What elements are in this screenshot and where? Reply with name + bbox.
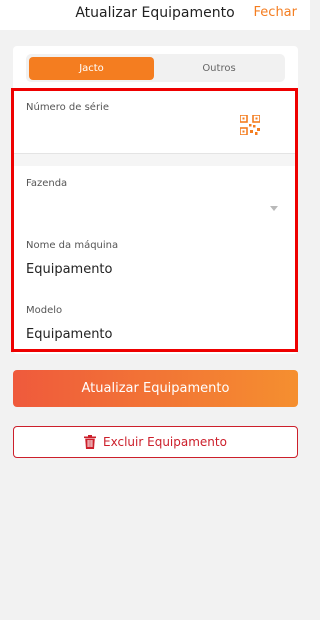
qr-code-icon[interactable] xyxy=(240,115,260,135)
chevron-down-icon[interactable] xyxy=(270,206,278,211)
model-label: Modelo xyxy=(26,305,63,316)
close-button[interactable]: Fechar xyxy=(254,5,297,20)
tab-jacto[interactable]: Jacto xyxy=(29,57,154,80)
delete-equipment-button[interactable]: Excluir Equipamento xyxy=(13,426,298,458)
machine-name-input[interactable]: Equipamento xyxy=(26,262,113,277)
model-input[interactable]: Equipamento xyxy=(26,327,113,342)
delete-equipment-label: Excluir Equipamento xyxy=(103,435,227,449)
header-bar: Atualizar Equipamento Fechar xyxy=(0,0,310,30)
serial-number-field[interactable]: Número de série xyxy=(13,90,298,154)
equipment-form-card: Jacto Outros Número de série Fazenda Nom… xyxy=(13,46,298,354)
machine-name-label: Nome da máquina xyxy=(26,240,119,251)
update-equipment-button[interactable]: Atualizar Equipamento xyxy=(13,370,298,407)
trash-icon xyxy=(84,435,97,449)
tab-outros[interactable]: Outros xyxy=(156,57,282,80)
serial-number-label: Número de série xyxy=(26,102,109,113)
section-divider xyxy=(13,154,298,166)
farm-label: Fazenda xyxy=(26,178,68,189)
brand-segmented-control: Jacto Outros xyxy=(26,54,285,82)
farm-select[interactable] xyxy=(26,196,286,218)
